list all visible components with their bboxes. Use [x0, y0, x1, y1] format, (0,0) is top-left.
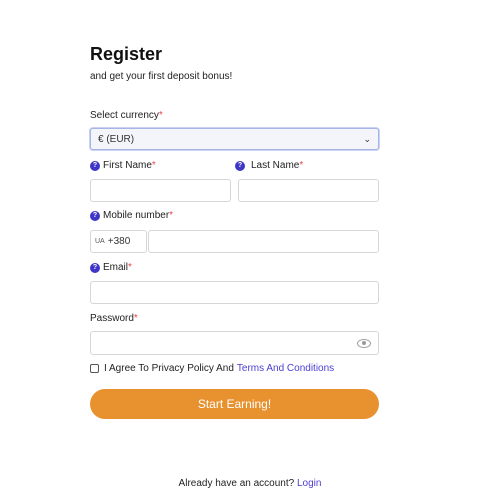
currency-label: Select currency *: [90, 110, 163, 121]
password-label-text: Password: [90, 313, 134, 324]
currency-select-value: € (EUR): [98, 133, 135, 145]
required-mark: *: [133, 313, 138, 324]
required-mark: *: [299, 160, 304, 171]
mobile-number-input[interactable]: [148, 230, 379, 253]
required-mark: *: [128, 262, 132, 273]
last-name-input[interactable]: [238, 179, 379, 202]
chevron-down-icon: ⌄: [363, 133, 371, 144]
mobile-label: ? Mobile number *: [90, 210, 173, 221]
page-subtitle: and get your first deposit bonus!: [90, 71, 233, 82]
last-name-label: ? Last Name *: [235, 160, 303, 171]
email-label: ? Email *: [90, 262, 132, 273]
eye-icon[interactable]: [357, 338, 371, 348]
terms-text: I Agree To Privacy Policy And: [104, 363, 234, 374]
login-link[interactable]: Login: [297, 478, 321, 489]
question-icon[interactable]: ?: [90, 160, 100, 171]
first-name-input[interactable]: [90, 179, 231, 202]
first-name-label: ? First Name *: [90, 160, 156, 171]
currency-label-text: Select currency: [90, 110, 159, 121]
terms-row: I Agree To Privacy Policy And Terms And …: [90, 363, 334, 374]
question-icon[interactable]: ?: [90, 262, 100, 273]
terms-link[interactable]: Terms And Conditions: [237, 363, 334, 374]
required-mark: *: [151, 160, 156, 171]
dial-code: +380: [107, 236, 131, 247]
country-flag: UA: [95, 238, 105, 245]
password-label: Password *: [90, 313, 138, 324]
start-earning-button[interactable]: Start Earning!: [90, 389, 379, 419]
password-input[interactable]: [90, 331, 379, 355]
login-prompt-text: Already have an account?: [178, 478, 295, 489]
required-mark: *: [158, 110, 163, 121]
login-prompt: Already have an account? Login: [0, 478, 500, 489]
terms-checkbox[interactable]: [90, 364, 99, 373]
country-code-select[interactable]: UA +380: [90, 230, 147, 253]
question-icon[interactable]: ?: [235, 160, 245, 171]
email-label-text: Email: [103, 262, 129, 273]
question-icon[interactable]: ?: [90, 210, 100, 221]
first-name-label-text: First Name: [103, 160, 152, 171]
mobile-label-text: Mobile number: [103, 210, 170, 221]
required-mark: *: [169, 210, 174, 221]
currency-select[interactable]: € (EUR) ⌄: [90, 128, 379, 150]
last-name-label-text: Last Name: [251, 160, 300, 171]
page-title: Register: [90, 44, 163, 64]
email-input[interactable]: [90, 281, 379, 304]
